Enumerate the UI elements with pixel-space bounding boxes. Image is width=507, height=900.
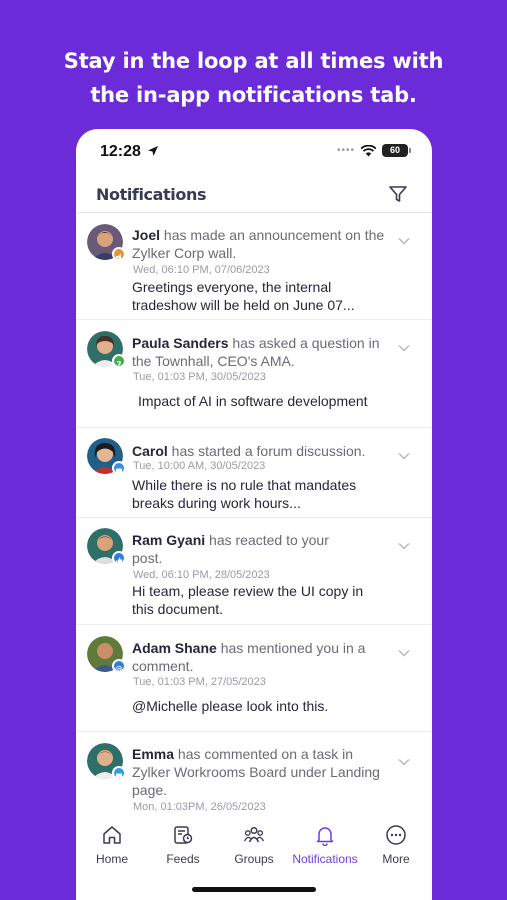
home-indicator — [192, 887, 316, 892]
sender-name: Carol — [132, 443, 168, 459]
chevron-down-icon[interactable] — [398, 344, 410, 352]
sender-name: Adam Shane — [132, 640, 217, 656]
notification-headline: Emma has commented on a task in Zylker W… — [132, 745, 386, 799]
bottom-nav: Home Feeds Groups Notifications More — [76, 818, 432, 878]
chevron-down-icon[interactable] — [398, 452, 410, 460]
bell-icon — [316, 827, 334, 846]
notification-body: @Michelle please look into this. — [132, 698, 329, 714]
timestamp: Tue, 01:03 PM, 27/05/2023 — [133, 676, 266, 688]
notification-body: While there is no rule that mandates bre… — [132, 477, 357, 511]
action-text: has made an announcement on the Zylker C… — [132, 227, 385, 261]
notification-item[interactable]: ? Paula Sanders has asked a question in … — [76, 320, 432, 428]
chevron-down-icon[interactable] — [398, 649, 410, 657]
timestamp: Wed, 06:10 PM, 07/06/2023 — [133, 264, 270, 276]
svg-text:?: ? — [116, 361, 121, 370]
sender-name: Joel — [132, 227, 161, 243]
location-arrow-icon — [148, 146, 158, 156]
nav-feeds-label: Feeds — [166, 852, 200, 866]
notification-headline: Paula Sanders has asked a question in th… — [132, 334, 386, 370]
cellular-dots-icon: •••• — [336, 145, 355, 156]
headline-line-1: Stay in the loop at all times with — [63, 49, 444, 73]
timestamp: Mon, 01:03PM, 26/05/2023 — [133, 801, 266, 813]
megaphone-icon — [112, 247, 126, 261]
thumbs-up-icon — [112, 551, 126, 565]
status-bar: 12:28 •••• 60 — [76, 129, 432, 175]
status-time: 12:28 — [100, 143, 141, 160]
sender-name: Paula Sanders — [132, 335, 229, 351]
comment-icon — [112, 766, 126, 780]
chevron-down-icon[interactable] — [398, 542, 410, 550]
at-sign-icon: @ — [112, 659, 126, 674]
battery-icon: 60 — [382, 144, 411, 157]
chevron-down-icon[interactable] — [398, 237, 410, 245]
notification-headline: Adam Shane has mentioned you in a commen… — [132, 639, 372, 675]
nav-notifications-label: Notifications — [292, 852, 358, 866]
app-header: Notifications — [76, 175, 432, 213]
notification-item[interactable]: @ Adam Shane has mentioned you in a comm… — [76, 625, 432, 732]
notification-item[interactable]: Carol has started a forum discussion. Tu… — [76, 428, 432, 518]
notification-body: Hi team, please review the UI copy in th… — [132, 583, 364, 617]
nav-more-label: More — [382, 852, 410, 866]
filter-icon[interactable] — [388, 184, 408, 204]
notification-item[interactable]: Emma has commented on a task in Zylker W… — [76, 732, 432, 814]
nav-home-label: Home — [95, 852, 128, 866]
home-icon — [103, 826, 121, 844]
more-icon — [386, 825, 406, 845]
notification-headline: Ram Gyani has reacted to your post. — [132, 531, 342, 567]
timestamp: Wed, 06:10 PM, 28/05/2023 — [133, 569, 270, 581]
notification-body: Impact of AI in software development — [138, 393, 368, 409]
nav-groups[interactable]: Groups — [224, 824, 284, 866]
action-text: has started a forum discussion. — [167, 443, 366, 459]
notification-headline: Joel has made an announcement on the Zyl… — [132, 226, 386, 262]
wifi-icon — [360, 144, 377, 156]
nav-more[interactable]: More — [366, 824, 426, 866]
timestamp: Tue, 01:03 PM, 30/05/2023 — [133, 371, 266, 383]
phone-screen: 12:28 •••• 60 Notifications Joel has mad… — [76, 129, 432, 900]
chevron-down-icon[interactable] — [398, 758, 410, 766]
notification-body: Greetings everyone, the internal tradesh… — [132, 279, 355, 313]
nav-feeds[interactable]: Feeds — [153, 824, 213, 866]
forum-icon — [112, 461, 126, 475]
notification-list: Joel has made an announcement on the Zyl… — [76, 213, 432, 814]
timestamp: Tue, 10:00 AM, 30/05/2023 — [133, 460, 266, 472]
nav-groups-label: Groups — [234, 852, 274, 866]
status-icons: •••• 60 — [336, 144, 411, 157]
page-title: Notifications — [96, 185, 207, 204]
sender-name: Emma — [132, 746, 175, 762]
headline-line-2: the in-app notifications tab. — [90, 83, 417, 107]
groups-icon — [243, 826, 265, 843]
sender-name: Ram Gyani — [132, 532, 206, 548]
notification-headline: Carol has started a forum discussion. — [132, 442, 386, 460]
svg-text:@: @ — [115, 665, 123, 674]
notification-item[interactable]: Joel has made an announcement on the Zyl… — [76, 213, 432, 320]
question-icon: ? — [112, 354, 126, 371]
nav-notifications[interactable]: Notifications — [288, 824, 362, 866]
nav-home[interactable]: Home — [82, 824, 142, 866]
feeds-icon — [174, 826, 193, 844]
notification-item[interactable]: Ram Gyani has reacted to your post. Wed,… — [76, 518, 432, 625]
headline: Stay in the loop at all times with the i… — [0, 44, 507, 112]
